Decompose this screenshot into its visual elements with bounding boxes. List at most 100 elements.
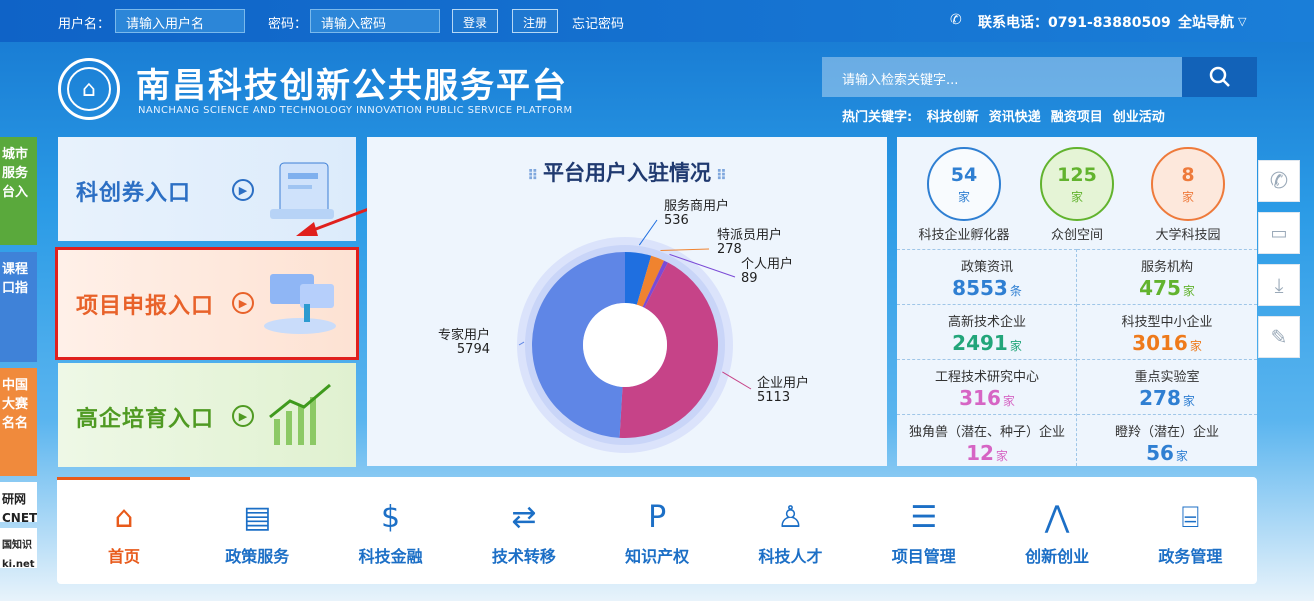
side-tab-competition[interactable]: 中国大赛名名 [0, 368, 37, 476]
nav-item[interactable]: ☰ 项目管理 [874, 499, 974, 567]
pie-label-name: 企业用户 [757, 375, 809, 391]
edit-tool-button[interactable]: ✎ [1258, 316, 1300, 358]
nav-item-label: 技术转移 [491, 547, 556, 566]
entry-label: 项目申报入口 [76, 294, 215, 319]
nav-item[interactable]: ⇄ 技术转移 [474, 499, 574, 567]
side-tab-cnki[interactable]: 国知识ki.net [0, 528, 37, 568]
pie-chart: 服务商用户536 特派员用户278个人用户89 企业用户5113 专家用户5794 [438, 198, 809, 453]
grid-divider [1076, 249, 1077, 466]
growth-chart-icon [269, 383, 331, 445]
nav-item[interactable]: ⋀ 创新创业 [1007, 499, 1107, 567]
site-nav-link[interactable]: 全站导航 [1178, 12, 1234, 32]
stat-cell-value: 8553 条 [952, 276, 1022, 300]
search-input[interactable]: 请输入检索关键字... [822, 57, 1182, 97]
nav-item-label: 科技金融 [358, 547, 423, 566]
stat-cell-value: 12 家 [966, 441, 1008, 465]
stat-unit: 家 [1181, 189, 1194, 204]
site-subtitle: NANCHANG SCIENCE AND TECHNOLOGY INNOVATI… [138, 105, 573, 116]
stat-incubators[interactable]: 54 家 [927, 147, 1001, 221]
download-icon: ⤓ [1274, 273, 1284, 297]
entry-project-application[interactable]: 项目申报入口 ▶ [55, 247, 359, 360]
pie-label-value: 536 [664, 213, 689, 228]
stat-maker-spaces[interactable]: 125 家 [1040, 147, 1114, 221]
login-button[interactable]: 登录 [452, 9, 499, 33]
nav-item[interactable]: ▤ 政策服务 [207, 499, 307, 567]
pie-label-value: 89 [741, 271, 758, 286]
edit-icon: ✎ [1270, 325, 1288, 349]
entry-label: 高企培育入口 [76, 407, 215, 432]
phone-tool-button[interactable]: ✆ [1258, 160, 1300, 202]
stats-panel: 54 家 科技企业孵化器 125 家 众创空间 8 家 大学科技园 政策资讯 85… [897, 137, 1257, 466]
main-nav: ⌂ 首页 ▤ 政策服务 $ 科技金融 ⇄ 技术转移 P 知识产权 ♙ 科技人才 ☰ 项目管理 ⋀ 创新创业 ⌸ 政… [57, 477, 1257, 584]
stat-cell-unit: 家 [1009, 339, 1022, 353]
stat-cell[interactable]: 工程技术研究中心 316 家 [897, 359, 1077, 414]
entry-high-tech-cultivation[interactable]: 高企培育入口 ▶ [58, 363, 356, 467]
side-tab-research-net[interactable]: 研网CNET [0, 482, 37, 522]
top-bar: 用户名： 请输入用户名 密码： 请输入密码 登录 注册 忘记密码 ✆ 联系电话：… [0, 0, 1314, 42]
talent-icon: ♙ [777, 500, 804, 535]
nav-item-label: 项目管理 [891, 547, 956, 566]
side-tab-course[interactable]: 课程口指 [0, 252, 37, 362]
stat-cell-label: 科技型中小企业 [1121, 315, 1213, 330]
nav-item[interactable]: P 知识产权 [607, 499, 707, 567]
stat-cell-label: 瞪羚（潜在）企业 [1114, 425, 1219, 440]
stat-cell-label: 高新技术企业 [947, 315, 1026, 330]
download-tool-button[interactable]: ⤓ [1258, 264, 1300, 306]
stat-cell-label: 重点实验室 [1134, 370, 1200, 385]
stat-cell[interactable]: 独角兽（潜在、种子）企业 12 家 [897, 414, 1077, 469]
stat-cell[interactable]: 政策资讯 8553 条 [897, 249, 1077, 304]
stat-cell[interactable]: 高新技术企业 2491 家 [897, 304, 1077, 359]
search-icon [1209, 66, 1230, 87]
stat-cell-value: 475 家 [1139, 276, 1195, 300]
logo[interactable]: ⌂ [58, 58, 120, 120]
stat-value: 54 [950, 163, 978, 186]
arrow-right-icon: ▶ [232, 405, 254, 427]
nav-item[interactable]: ♙ 科技人才 [741, 499, 841, 567]
donut-hole [583, 303, 667, 387]
stat-cell-value: 278 家 [1139, 386, 1195, 410]
user-stats-chart-panel: ⠿ 平台用户入驻情况 ⠿ 服务商用户 536 特派员用户 278 个人用户 89 企业用户 5… [367, 137, 887, 466]
stat-value: 125 [1057, 163, 1097, 186]
username-input[interactable]: 请输入用户名 [115, 9, 245, 33]
nav-item[interactable]: $ 科技金融 [341, 499, 441, 567]
stat-cell-value: 56 家 [1146, 441, 1188, 465]
hot-keyword-link[interactable]: 资讯快递 [989, 110, 1041, 125]
stat-cell-label: 工程技术研究中心 [934, 370, 1039, 385]
stat-cell-value: 2491 家 [952, 331, 1022, 355]
nav-item[interactable]: ⌂ 首页 [74, 499, 174, 567]
forgot-password-link[interactable]: 忘记密码 [572, 13, 624, 32]
hot-keyword-link[interactable]: 融资项目 [1051, 110, 1103, 125]
stat-cell-unit: 家 [995, 449, 1008, 463]
stat-label: 科技企业孵化器 [918, 228, 1010, 243]
stat-cell-value: 316 家 [959, 386, 1015, 410]
hot-keywords-label: 热门关键字: [842, 110, 913, 125]
stat-cell[interactable]: 服务机构 475 家 [1077, 249, 1257, 304]
stat-cell[interactable]: 科技型中小企业 3016 家 [1077, 304, 1257, 359]
site-title: 南昌科技创新公共服务平台 [136, 66, 568, 106]
stat-cell-unit: 家 [1189, 339, 1202, 353]
username-label: 用户名： [58, 17, 111, 32]
stat-cell[interactable]: 瞪羚（潜在）企业 56 家 [1077, 414, 1257, 469]
stat-cell-label: 独角兽（潜在、种子）企业 [908, 425, 1065, 440]
hot-keyword-link[interactable]: 创业活动 [1113, 110, 1165, 125]
stat-science-parks[interactable]: 8 家 [1151, 147, 1225, 221]
transfer-icon: ⇄ [511, 500, 537, 535]
hot-keywords: 热门关键字: 科技创新 资讯快递 融资项目 创业活动 [842, 106, 1175, 125]
stat-cell[interactable]: 重点实验室 278 家 [1077, 359, 1257, 414]
pie-label-name: 特派员用户 [717, 227, 782, 243]
chat-tool-button[interactable]: ▭ [1258, 212, 1300, 254]
side-tab-city-service[interactable]: 城市服务台入 [0, 137, 37, 245]
document-icon: ▤ [243, 500, 272, 535]
pie-label-name: 专家用户 [438, 327, 490, 343]
nav-item-label: 政务管理 [1158, 547, 1223, 566]
password-input[interactable]: 请输入密码 [310, 9, 440, 33]
nav-item-label: 知识产权 [625, 547, 690, 566]
search-button[interactable] [1182, 57, 1257, 97]
site-header: ⌂ 南昌科技创新公共服务平台 NANCHANG SCIENCE AND TECH… [0, 42, 1314, 134]
hot-keyword-link[interactable]: 科技创新 [927, 110, 979, 125]
nav-item[interactable]: ⌸ 政务管理 [1140, 499, 1240, 567]
register-button[interactable]: 注册 [512, 9, 559, 33]
pie-label-value: 278 [717, 242, 742, 257]
innovation-icon: ⋀ [1044, 500, 1070, 535]
password-label: 密码： [268, 17, 308, 32]
